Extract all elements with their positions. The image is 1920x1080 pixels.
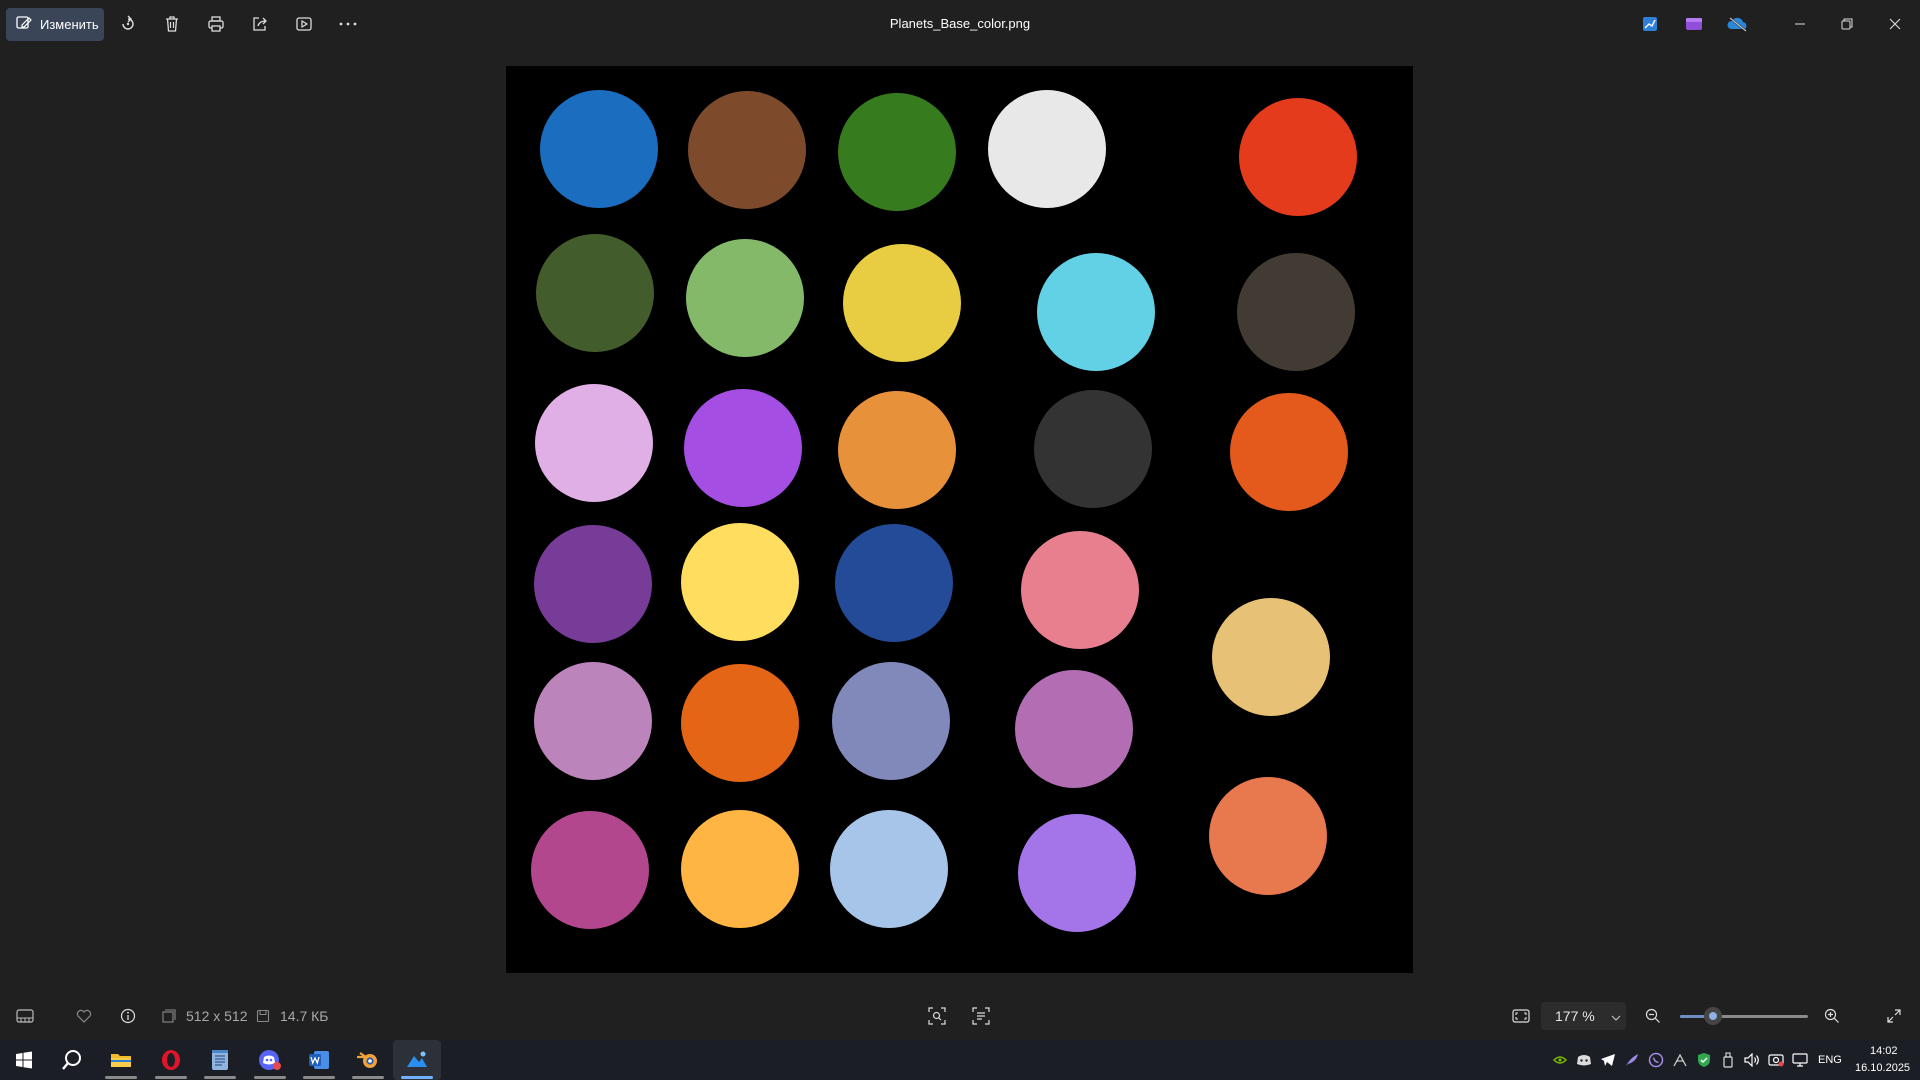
planet-color-circle <box>988 90 1106 208</box>
image-dimensions: 512 x 512 <box>186 1008 248 1024</box>
file-explorer-icon[interactable] <box>97 1040 145 1080</box>
restore-icon[interactable] <box>1835 12 1859 36</box>
viber-icon[interactable] <box>1648 1052 1664 1068</box>
zoom-level-value: 177 % <box>1555 1008 1595 1024</box>
close-icon[interactable] <box>1883 12 1907 36</box>
network-icon[interactable] <box>1792 1052 1808 1068</box>
zoom-in-icon[interactable] <box>1824 992 1840 1040</box>
file-size-icon <box>256 992 270 1040</box>
planet-color-circle <box>1209 777 1327 895</box>
favorite-icon[interactable] <box>76 992 92 1040</box>
discord-icon[interactable] <box>246 1040 294 1080</box>
planet-color-circle <box>1018 814 1136 932</box>
planet-color-circle <box>540 90 658 208</box>
planet-color-circle <box>536 234 654 352</box>
planet-color-circle <box>531 811 649 929</box>
minimize-icon[interactable] <box>1788 12 1812 36</box>
planet-color-circle <box>688 91 806 209</box>
discord-tray-icon[interactable] <box>1576 1052 1592 1068</box>
planet-color-circle <box>1239 98 1357 216</box>
clock-time[interactable]: 14:02 <box>1870 1045 1898 1057</box>
planet-color-circle <box>1034 390 1152 508</box>
fit-to-window-icon[interactable] <box>1512 992 1530 1040</box>
zoom-slider-thumb[interactable] <box>1704 1007 1722 1025</box>
security-icon[interactable] <box>1696 1052 1712 1068</box>
windows-start-icon[interactable] <box>0 1040 48 1080</box>
planet-color-circle <box>681 810 799 928</box>
text-recognition-icon[interactable] <box>972 992 990 1040</box>
taskbar: ENG 14:02 16.10.2025 <box>0 1040 1920 1080</box>
nvidia-icon[interactable] <box>1552 1052 1568 1068</box>
planet-color-circle <box>830 810 948 928</box>
planet-color-circle <box>535 384 653 502</box>
planet-color-circle <box>1230 393 1348 511</box>
planet-color-circle <box>684 389 802 507</box>
planet-color-circle <box>1021 531 1139 649</box>
info-icon[interactable] <box>120 992 136 1040</box>
clipchamp-icon[interactable] <box>1682 12 1706 36</box>
network-tool-icon[interactable] <box>1672 1052 1688 1068</box>
zoom-out-icon[interactable] <box>1645 992 1661 1040</box>
window-title: Planets_Base_color.png <box>889 16 1031 31</box>
zoom-level-dropdown[interactable]: 177 % <box>1541 1002 1626 1030</box>
planet-color-circle <box>1037 253 1155 371</box>
feather-icon[interactable] <box>1624 1052 1640 1068</box>
planet-color-circle <box>681 523 799 641</box>
planet-color-circle <box>832 662 950 780</box>
blender-icon[interactable] <box>344 1040 392 1080</box>
planet-color-circle <box>534 525 652 643</box>
filmstrip-icon[interactable] <box>16 992 34 1040</box>
fullscreen-icon[interactable] <box>1886 992 1902 1040</box>
photo-editor-icon[interactable] <box>1638 12 1662 36</box>
onedrive-icon[interactable] <box>1726 12 1750 36</box>
usb-device-icon[interactable] <box>1720 1052 1736 1068</box>
language-indicator[interactable]: ENG <box>1818 1054 1842 1066</box>
dimensions-icon <box>162 992 176 1040</box>
photos-app-icon[interactable] <box>393 1040 441 1080</box>
planet-color-circle <box>1015 670 1133 788</box>
file-size: 14.7 КБ <box>280 1008 329 1024</box>
search-icon[interactable] <box>48 1040 96 1080</box>
planet-color-circle <box>534 662 652 780</box>
clock-date[interactable]: 16.10.2025 <box>1855 1062 1910 1074</box>
planet-color-circle <box>843 244 961 362</box>
word-icon[interactable] <box>295 1040 343 1080</box>
planet-color-circle <box>835 524 953 642</box>
planet-color-circle <box>1237 253 1355 371</box>
notepad-icon[interactable] <box>196 1040 244 1080</box>
title-bar: Изменить Planets_Base_color.png <box>0 0 1920 48</box>
camera-icon[interactable] <box>1768 1052 1784 1068</box>
bottom-status-bar: 512 x 512 14.7 КБ <box>0 992 1920 1040</box>
visual-search-icon[interactable] <box>928 992 946 1040</box>
planet-color-circle <box>686 239 804 357</box>
volume-icon[interactable] <box>1744 1052 1760 1068</box>
planet-color-circle <box>838 391 956 509</box>
chevron-down-icon <box>1611 1008 1621 1024</box>
telegram-icon[interactable] <box>1600 1052 1616 1068</box>
planet-color-circle <box>681 664 799 782</box>
planet-color-circle <box>1212 598 1330 716</box>
planet-color-circle <box>838 93 956 211</box>
image-canvas[interactable] <box>506 66 1413 973</box>
opera-icon[interactable] <box>147 1040 195 1080</box>
